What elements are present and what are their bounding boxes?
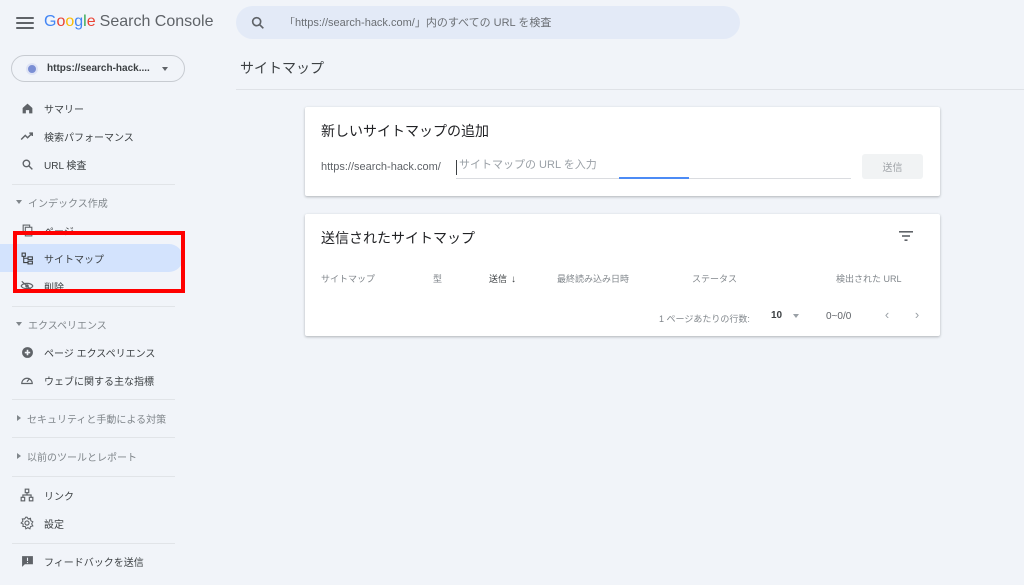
main-menu-button[interactable] xyxy=(16,14,34,32)
chevron-down-icon xyxy=(162,66,168,71)
logo-letter: G xyxy=(44,13,57,30)
speed-gauge-icon xyxy=(20,373,34,387)
sidebar-item-summary[interactable]: サマリー xyxy=(0,94,183,122)
chevron-right-icon: › xyxy=(914,307,920,322)
sidebar-divider xyxy=(12,184,175,185)
sidebar-divider xyxy=(12,543,175,544)
sidebar-item-label: ウェブに関する主な指標 xyxy=(44,376,154,388)
add-sitemap-title: 新しいサイトマップの追加 xyxy=(321,123,489,139)
home-icon xyxy=(20,101,34,115)
caret-down-icon xyxy=(16,322,22,326)
menu-bar xyxy=(16,22,34,24)
sidebar-item-label: URL 検査 xyxy=(44,160,87,172)
sidebar-item-label: サマリー xyxy=(44,104,84,116)
annotation-highlight-box xyxy=(13,231,185,293)
column-header-type[interactable]: 型 xyxy=(433,272,442,285)
column-header-submitted[interactable]: 送信 ↓ xyxy=(489,272,516,285)
column-header-label: 送信 xyxy=(489,274,508,284)
url-inspection-search[interactable] xyxy=(236,6,740,39)
sidebar-section-indexing[interactable]: インデックス作成 xyxy=(0,191,183,213)
sidebar-section-legacy-tools[interactable]: 以前のツールとレポート xyxy=(0,445,183,467)
sidebar-item-core-web-vitals[interactable]: ウェブに関する主な指標 xyxy=(0,366,183,394)
sidebar-item-label: 検索パフォーマンス xyxy=(44,132,134,144)
property-selector[interactable]: https://search-hack.... xyxy=(11,55,185,82)
rows-per-page-label: 1 ページあたりの行数: xyxy=(659,314,750,324)
submitted-sitemaps-title: 送信されたサイトマップ xyxy=(321,230,475,246)
section-label: 以前のツールとレポート xyxy=(27,452,137,464)
sidebar-section-security[interactable]: セキュリティと手動による対策 xyxy=(0,407,183,429)
title-divider xyxy=(236,89,1024,90)
page-title: サイトマップ xyxy=(240,60,324,76)
sidebar-item-label: フィードバックを送信 xyxy=(44,557,144,569)
column-header-last-read[interactable]: 最終読み込み日時 xyxy=(557,272,629,285)
next-page-button[interactable]: › xyxy=(910,307,924,322)
section-label: エクスペリエンス xyxy=(28,320,107,332)
previous-page-button[interactable]: ‹ xyxy=(880,307,894,322)
caret-right-icon xyxy=(17,453,21,459)
arrow-down-icon: ↓ xyxy=(511,274,517,285)
app-logo[interactable]: Google Search Console xyxy=(44,13,213,31)
sidebar-divider xyxy=(12,437,175,438)
plus-circle-icon xyxy=(20,345,34,359)
sidebar-item-links[interactable]: リンク xyxy=(0,481,183,509)
caret-right-icon xyxy=(17,415,21,421)
sitemap-url-field[interactable] xyxy=(456,157,851,179)
pagination-range: 0~0/0 xyxy=(826,311,852,322)
add-sitemap-card: 新しいサイトマップの追加 https://search-hack.com/ 送信 xyxy=(305,107,940,196)
menu-bar xyxy=(16,27,34,29)
column-header-sitemap[interactable]: サイトマップ xyxy=(321,272,375,285)
sidebar-item-label: 設定 xyxy=(44,519,64,531)
sitemap-url-input[interactable] xyxy=(459,159,839,171)
column-header-status[interactable]: ステータス xyxy=(692,272,737,285)
input-focus-indicator xyxy=(619,177,689,179)
sidebar-item-page-experience[interactable]: ページ エクスペリエンス xyxy=(0,338,183,366)
logo-letter: g xyxy=(74,13,84,30)
sitemap-url-prefix: https://search-hack.com/ xyxy=(321,161,441,173)
rows-per-page-select[interactable]: 10 xyxy=(771,310,800,321)
submitted-sitemaps-card: 送信されたサイトマップ サイトマップ 型 送信 ↓ 最終読み込み日時 ステータス … xyxy=(305,214,940,336)
sidebar-divider xyxy=(12,476,175,477)
caret-down-icon xyxy=(16,200,22,204)
section-label: セキュリティと手動による対策 xyxy=(27,414,167,426)
submit-sitemap-button[interactable]: 送信 xyxy=(862,154,923,179)
sidebar-item-label: リンク xyxy=(44,491,74,503)
sidebar-item-url-inspection[interactable]: URL 検査 xyxy=(0,150,183,178)
filter-icon[interactable] xyxy=(898,230,914,242)
logo-letter: e xyxy=(86,13,96,30)
chevron-down-icon xyxy=(793,313,800,318)
sidebar-divider xyxy=(12,306,175,307)
logo-letter: o xyxy=(65,13,75,30)
sidebar-section-experience[interactable]: エクスペリエンス xyxy=(0,313,183,335)
menu-bar xyxy=(16,17,34,19)
property-url: https://search-hack.... xyxy=(47,63,150,74)
column-header-discovered-urls[interactable]: 検出された URL xyxy=(836,272,902,285)
text-cursor xyxy=(456,160,457,175)
sidebar-divider xyxy=(12,399,175,400)
section-label: インデックス作成 xyxy=(28,198,108,210)
feedback-icon xyxy=(20,554,34,568)
property-globe-icon xyxy=(26,62,38,75)
rows-per-page-value: 10 xyxy=(771,310,783,321)
sidebar-item-feedback[interactable]: フィードバックを送信 xyxy=(0,547,183,575)
search-icon xyxy=(20,157,34,171)
product-name: Search Console xyxy=(99,13,214,30)
trending-up-icon xyxy=(20,129,34,143)
sidebar-item-performance[interactable]: 検索パフォーマンス xyxy=(0,122,183,150)
links-icon xyxy=(20,488,34,502)
sidebar-item-label: ページ エクスペリエンス xyxy=(44,348,156,360)
gear-icon xyxy=(20,516,34,530)
search-input[interactable] xyxy=(284,16,724,29)
search-icon xyxy=(251,16,264,29)
sidebar-item-settings[interactable]: 設定 xyxy=(0,509,183,537)
chevron-left-icon: ‹ xyxy=(884,307,890,322)
